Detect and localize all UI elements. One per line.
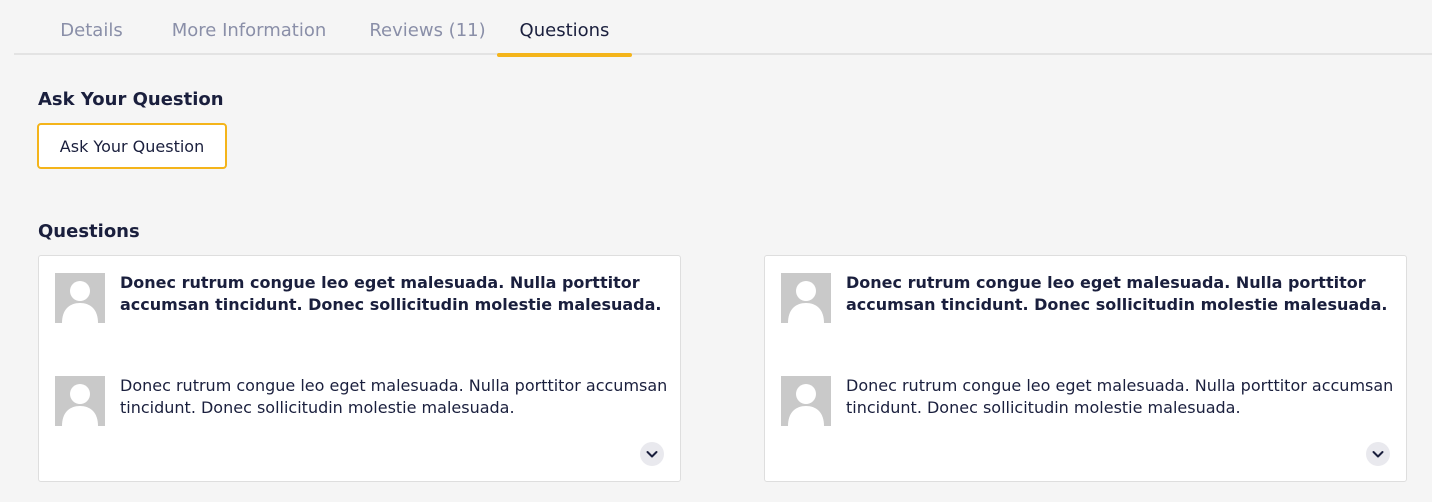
user-placeholder-icon <box>55 376 105 426</box>
user-placeholder-icon <box>781 376 831 426</box>
user-placeholder-icon <box>55 273 105 323</box>
tab-details[interactable]: Details <box>50 0 133 55</box>
expand-button[interactable] <box>1366 442 1390 466</box>
answer-text: Donec rutrum congue leo eget malesuada. … <box>120 376 668 417</box>
ask-question-heading: Ask Your Question <box>38 89 224 110</box>
tab-questions[interactable]: Questions <box>497 0 632 57</box>
question-card: Donec rutrum congue leo eget malesuada. … <box>38 255 681 482</box>
question-text: Donec rutrum congue leo eget malesuada. … <box>120 273 662 314</box>
questions-heading: Questions <box>38 221 140 242</box>
question-text: Donec rutrum congue leo eget malesuada. … <box>846 273 1388 314</box>
answer-text: Donec rutrum congue leo eget malesuada. … <box>846 376 1394 417</box>
chevron-down-icon <box>1372 451 1384 458</box>
expand-button[interactable] <box>640 442 664 466</box>
question-card: Donec rutrum congue leo eget malesuada. … <box>764 255 1407 482</box>
user-placeholder-icon <box>781 273 831 323</box>
tab-bar: Details More Information Reviews (11) Qu… <box>14 0 1432 57</box>
tab-more-information[interactable]: More Information <box>159 0 339 55</box>
chevron-down-icon <box>646 451 658 458</box>
ask-question-button[interactable]: Ask Your Question <box>37 123 227 169</box>
tab-reviews[interactable]: Reviews (11) <box>360 0 495 55</box>
